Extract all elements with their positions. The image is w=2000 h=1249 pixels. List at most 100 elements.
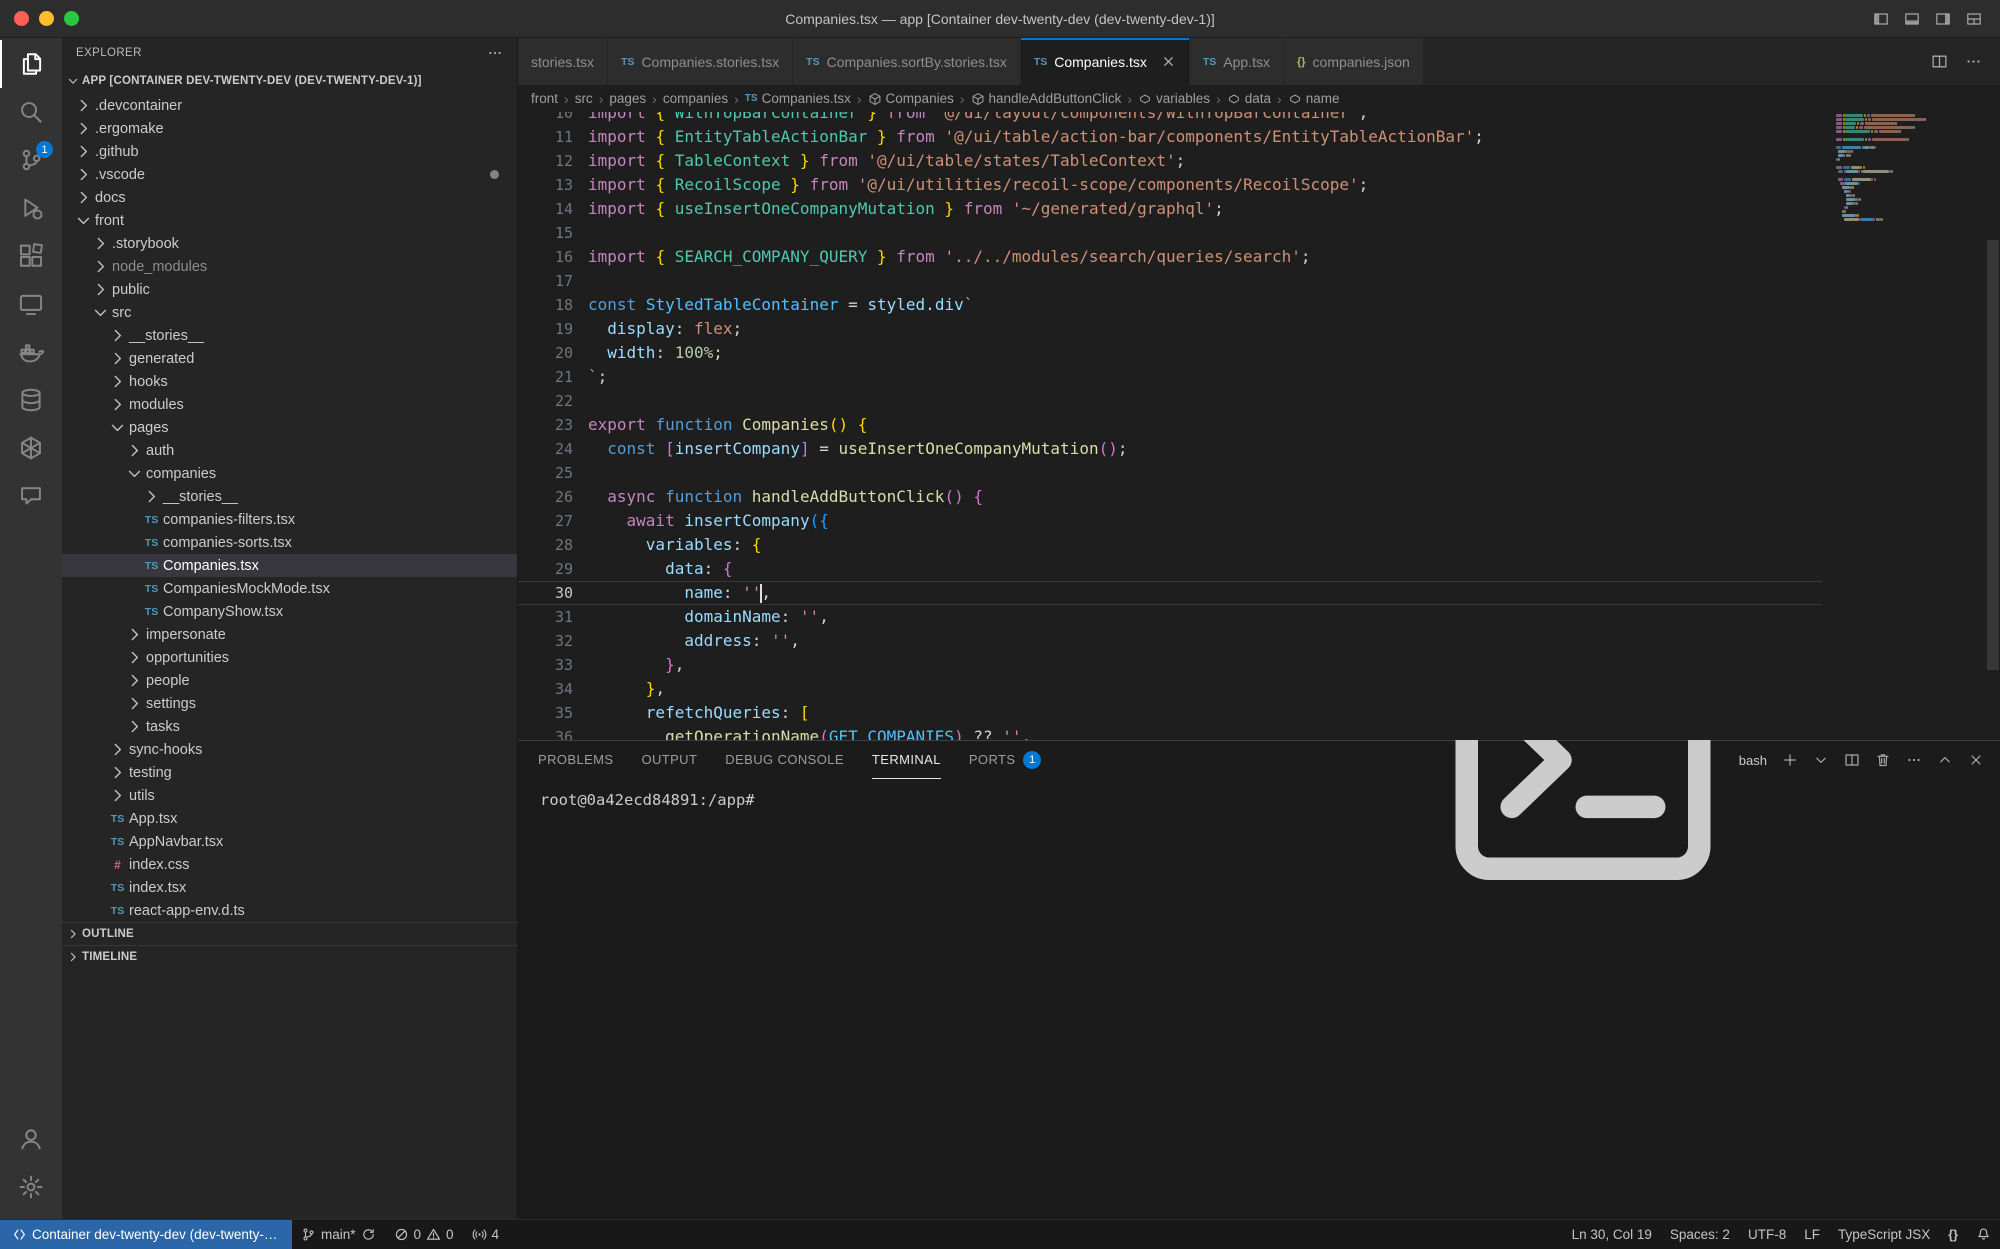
tab-companies-tsx[interactable]: TSCompanies.tsx	[1021, 38, 1190, 85]
tree-folder-utils[interactable]: utils	[62, 784, 517, 807]
tab-companies-sortby-stories-tsx[interactable]: TSCompanies.sortBy.stories.tsx	[793, 38, 1021, 85]
breadcrumb-variables[interactable]: variables	[1138, 91, 1210, 106]
tree-folder-sync-hooks[interactable]: sync-hooks	[62, 738, 517, 761]
views-and-more-actions-icon[interactable]	[487, 45, 503, 61]
activity-bar-item-extensions[interactable]	[0, 232, 62, 280]
tree-folder-stories[interactable]: __stories__	[62, 324, 517, 347]
tree-folder-pages[interactable]: pages	[62, 416, 517, 439]
tree-file-companiesmockmode-tsx[interactable]: TSCompaniesMockMode.tsx	[62, 577, 517, 600]
tree-file-index-css[interactable]: #index.css	[62, 853, 517, 876]
kill-terminal-icon[interactable]	[1875, 752, 1891, 768]
activity-bar-item-comments[interactable]	[0, 472, 62, 520]
activity-bar-item-search[interactable]	[0, 88, 62, 136]
tree-folder-impersonate[interactable]: impersonate	[62, 623, 517, 646]
panel-tab-output[interactable]: OUTPUT	[641, 741, 697, 779]
tree-file-app-tsx[interactable]: TSApp.tsx	[62, 807, 517, 830]
activity-bar-item-docker[interactable]	[0, 328, 62, 376]
git-branch-status[interactable]: main*	[292, 1220, 385, 1249]
explorer-section-header[interactable]: APP [CONTAINER DEV-TWENTY-DEV (DEV-TWENT…	[62, 68, 517, 94]
tree-folder-node-modules[interactable]: node_modules	[62, 255, 517, 278]
terminal-more-actions-icon[interactable]	[1906, 752, 1922, 768]
breadcrumb-front[interactable]: front	[531, 91, 558, 106]
section-outline[interactable]: OUTLINE	[62, 922, 517, 945]
panel-tab-problems[interactable]: PROBLEMS	[538, 741, 613, 779]
tab-companies-stories-tsx[interactable]: TSCompanies.stories.tsx	[608, 38, 793, 85]
code-editor[interactable]: 10import { WithTopBarContainer } from '@…	[518, 112, 2000, 740]
editor-scrollbar[interactable]	[1987, 240, 1999, 670]
tab-companies-json[interactable]: {}companies.json	[1284, 38, 1424, 85]
zoom-window-button[interactable]	[64, 11, 79, 26]
section-timeline[interactable]: TIMELINE	[62, 945, 517, 968]
new-terminal-icon[interactable]	[1782, 752, 1798, 768]
tree-folder-docs[interactable]: docs	[62, 186, 517, 209]
activity-bar-item-manage[interactable]	[0, 1163, 62, 1211]
breadcrumb-data[interactable]: data	[1227, 91, 1271, 106]
breadcrumb-companies[interactable]: companies	[663, 91, 728, 106]
customize-layout-icon[interactable]	[1966, 11, 1982, 27]
editor-more-actions-icon[interactable]	[1965, 53, 1982, 70]
close-tab-icon[interactable]	[1161, 54, 1176, 69]
close-window-button[interactable]	[14, 11, 29, 26]
breadcrumb-name[interactable]: name	[1288, 91, 1340, 106]
tab-app-tsx[interactable]: TSApp.tsx	[1190, 38, 1284, 85]
tab-stories-tsx[interactable]: stories.tsx	[518, 38, 608, 85]
tree-folder-src[interactable]: src	[62, 301, 517, 324]
toggle-secondary-sidebar-icon[interactable]	[1935, 11, 1951, 27]
activity-bar-item-run-and-debug[interactable]	[0, 184, 62, 232]
tree-folder-modules[interactable]: modules	[62, 393, 517, 416]
tree-file-companies-tsx[interactable]: TSCompanies.tsx	[62, 554, 517, 577]
tree-folder-companies[interactable]: companies	[62, 462, 517, 485]
forwarded-ports-status[interactable]: 4	[463, 1220, 509, 1249]
toggle-panel-icon[interactable]	[1904, 11, 1920, 27]
activity-bar-item-database[interactable]	[0, 376, 62, 424]
status-encoding[interactable]: UTF-8	[1739, 1220, 1795, 1249]
problems-status[interactable]: 00	[385, 1220, 463, 1249]
split-editor-icon[interactable]	[1931, 53, 1948, 70]
tree-file-companies-filters-tsx[interactable]: TScompanies-filters.tsx	[62, 508, 517, 531]
toggle-primary-sidebar-icon[interactable]	[1873, 11, 1889, 27]
tree-file-companyshow-tsx[interactable]: TSCompanyShow.tsx	[62, 600, 517, 623]
activity-bar-item-remote-explorer[interactable]	[0, 280, 62, 328]
tree-file-react-app-env-d-ts[interactable]: TSreact-app-env.d.ts	[62, 899, 517, 922]
status-cursor-position[interactable]: Ln 30, Col 19	[1563, 1220, 1661, 1249]
status-eol[interactable]: LF	[1795, 1220, 1829, 1249]
tree-folder-public[interactable]: public	[62, 278, 517, 301]
status-indentation[interactable]: Spaces: 2	[1661, 1220, 1739, 1249]
tree-file-companies-sorts-tsx[interactable]: TScompanies-sorts.tsx	[62, 531, 517, 554]
tree-folder-auth[interactable]: auth	[62, 439, 517, 462]
tree-folder-devcontainer[interactable]: .devcontainer	[62, 94, 517, 117]
panel-tab-debug-console[interactable]: DEBUG CONSOLE	[725, 741, 844, 779]
breadcrumb-companies[interactable]: Companies	[868, 91, 954, 106]
tree-folder-generated[interactable]: generated	[62, 347, 517, 370]
activity-bar-item-accounts[interactable]	[0, 1115, 62, 1163]
tree-folder-people[interactable]: people	[62, 669, 517, 692]
tree-folder-github[interactable]: .github	[62, 140, 517, 163]
activity-bar-item-explorer[interactable]	[0, 40, 62, 88]
terminal-dropdown-icon[interactable]	[1813, 752, 1829, 768]
breadcrumb-pages[interactable]: pages	[609, 91, 646, 106]
tree-folder-settings[interactable]: settings	[62, 692, 517, 715]
activity-bar-item-source-control[interactable]: 1	[0, 136, 62, 184]
tree-folder-ergomake[interactable]: .ergomake	[62, 117, 517, 140]
terminal[interactable]: root@0a42ecd84891:/app#	[518, 779, 2000, 1219]
remote-indicator[interactable]: Container dev-twenty-dev (dev-twenty-dev…	[0, 1220, 292, 1249]
tree-folder-stories[interactable]: __stories__	[62, 485, 517, 508]
breadcrumb-handleaddbuttonclick[interactable]: handleAddButtonClick	[971, 91, 1122, 106]
tree-folder-tasks[interactable]: tasks	[62, 715, 517, 738]
tree-folder-testing[interactable]: testing	[62, 761, 517, 784]
activity-bar-item-graphql[interactable]	[0, 424, 62, 472]
minimize-window-button[interactable]	[39, 11, 54, 26]
tree-file-appnavbar-tsx[interactable]: TSAppNavbar.tsx	[62, 830, 517, 853]
maximize-panel-icon[interactable]	[1937, 752, 1953, 768]
status-language-mode[interactable]: TypeScript JSX	[1829, 1220, 1939, 1249]
panel-tab-terminal[interactable]: TERMINAL	[872, 741, 941, 779]
tree-folder-opportunities[interactable]: opportunities	[62, 646, 517, 669]
tree-folder-storybook[interactable]: .storybook	[62, 232, 517, 255]
breadcrumb-src[interactable]: src	[575, 91, 593, 106]
panel-tab-ports[interactable]: PORTS1	[969, 741, 1042, 779]
tree-file-index-tsx[interactable]: TSindex.tsx	[62, 876, 517, 899]
breadcrumb-companies-tsx[interactable]: TSCompanies.tsx	[745, 91, 851, 106]
split-terminal-icon[interactable]	[1844, 752, 1860, 768]
notifications[interactable]	[1967, 1220, 2000, 1249]
language-status[interactable]: {}	[1939, 1220, 1967, 1249]
